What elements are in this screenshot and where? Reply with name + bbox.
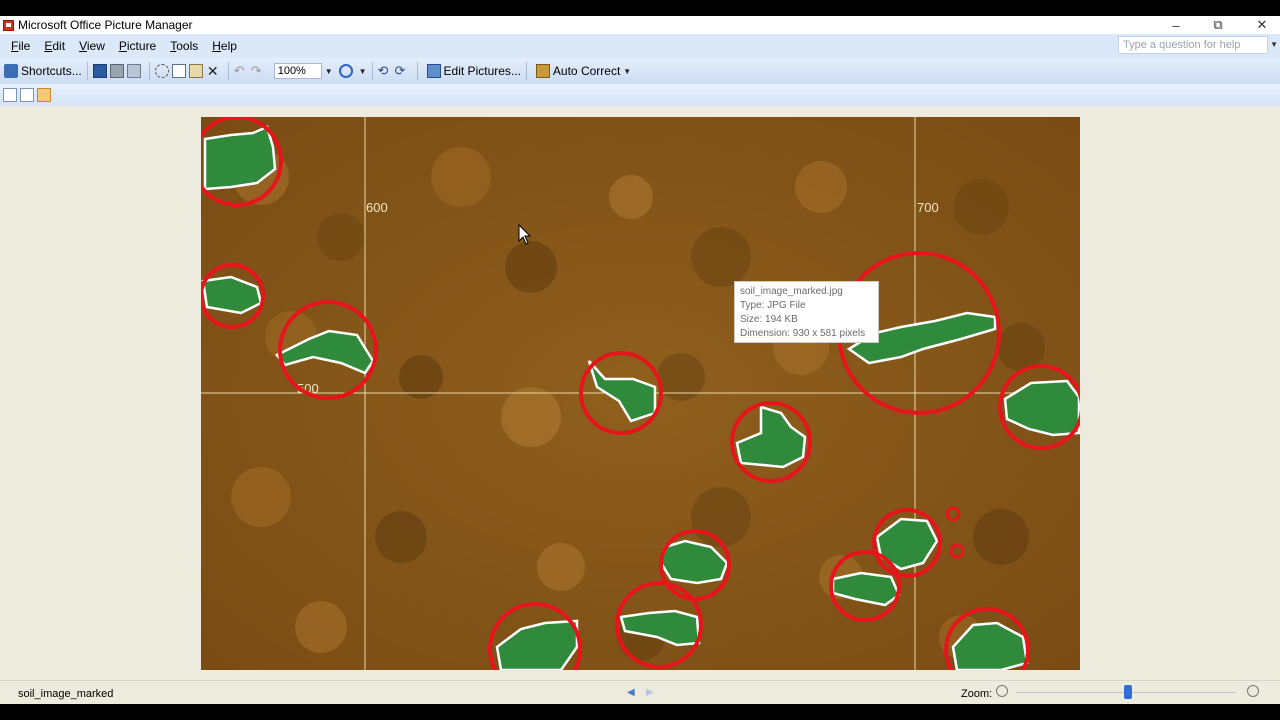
rotate-right-icon[interactable]: ⟳ [395,64,409,78]
menu-bar: File Edit View Picture Tools Help Type a… [0,34,1280,58]
grid-label-700: 700 [917,200,939,215]
zoom-dropdown-icon[interactable]: ▼ [325,67,333,76]
fit-icon[interactable] [338,64,353,78]
help-search-input[interactable]: Type a question for help [1118,36,1268,54]
export-icon[interactable] [126,64,141,78]
app-icon [3,19,14,31]
tooltip-type: Type: JPG File [740,300,806,311]
menu-picture[interactable]: Picture [118,37,157,55]
delete-icon[interactable]: ✕ [206,64,220,78]
zoom-combo-input[interactable]: 100% [273,63,322,79]
rotate-left-icon[interactable]: ⟲ [378,64,392,78]
previous-picture-icon[interactable]: ◀ [627,687,635,698]
status-filename: soil_image_marked [18,688,114,700]
single-picture-view-icon[interactable] [37,88,51,102]
redo-icon[interactable]: ↷ [251,64,265,78]
zoom-out-icon[interactable] [996,685,1008,697]
standard-toolbar: Shortcuts... ✕ ↶ ↷ 100% ▼ ▼ ⟲ ⟳ Edit Pic… [0,58,1280,84]
shortcuts-button[interactable]: Shortcuts... [4,61,82,81]
zoom-in-icon[interactable] [1247,685,1259,697]
soil-image: 600 700 500 [201,117,1080,670]
close-button[interactable]: ✕ [1248,16,1276,34]
menu-edit[interactable]: Edit [43,37,66,55]
menu-help[interactable]: Help [211,37,238,55]
undo-icon[interactable]: ↶ [234,64,248,78]
fit-dropdown-icon[interactable]: ▼ [359,67,367,76]
grid-label-600: 600 [366,200,388,215]
toolbar-options-icon[interactable]: ▼ [623,67,631,76]
thumbnail-view-icon[interactable] [3,88,17,102]
menu-tools[interactable]: Tools [169,37,199,55]
paste-icon[interactable] [188,64,203,78]
tooltip-filename: soil_image_marked.jpg [740,286,843,297]
save-icon[interactable] [92,64,107,78]
menu-view[interactable]: View [78,37,106,55]
window-title: Microsoft Office Picture Manager [18,18,193,32]
title-bar: Microsoft Office Picture Manager – ⧉ ✕ [0,16,1280,34]
print-icon[interactable] [109,64,124,78]
tooltip-dimension: Dimension: 930 x 581 pixels [740,328,866,339]
next-picture-icon[interactable]: ▶ [646,687,654,698]
restore-button[interactable]: ⧉ [1204,16,1232,34]
filmstrip-view-icon[interactable] [20,88,34,102]
status-bar: soil_image_marked ◀ ▶ Zoom: [0,680,1280,704]
picture-manager-window: Microsoft Office Picture Manager – ⧉ ✕ F… [0,16,1280,704]
minimize-button[interactable]: – [1162,16,1190,34]
edit-pictures-button[interactable]: Edit Pictures... [426,61,521,81]
cut-icon[interactable] [154,64,169,78]
copy-icon[interactable] [171,64,186,78]
help-dropdown-icon[interactable]: ▼ [1270,40,1278,49]
view-toolbar [0,84,1280,106]
file-info-tooltip: soil_image_marked.jpg Type: JPG File Siz… [734,281,879,343]
tooltip-size: Size: 194 KB [740,314,798,325]
auto-correct-button[interactable]: Auto Correct [535,61,620,81]
edit-pictures-icon [426,64,441,78]
zoom-label: Zoom: [961,688,993,700]
auto-correct-icon [535,64,550,78]
zoom-slider-thumb[interactable] [1124,685,1132,699]
shortcuts-icon [4,64,18,78]
menu-file[interactable]: File [10,37,31,55]
